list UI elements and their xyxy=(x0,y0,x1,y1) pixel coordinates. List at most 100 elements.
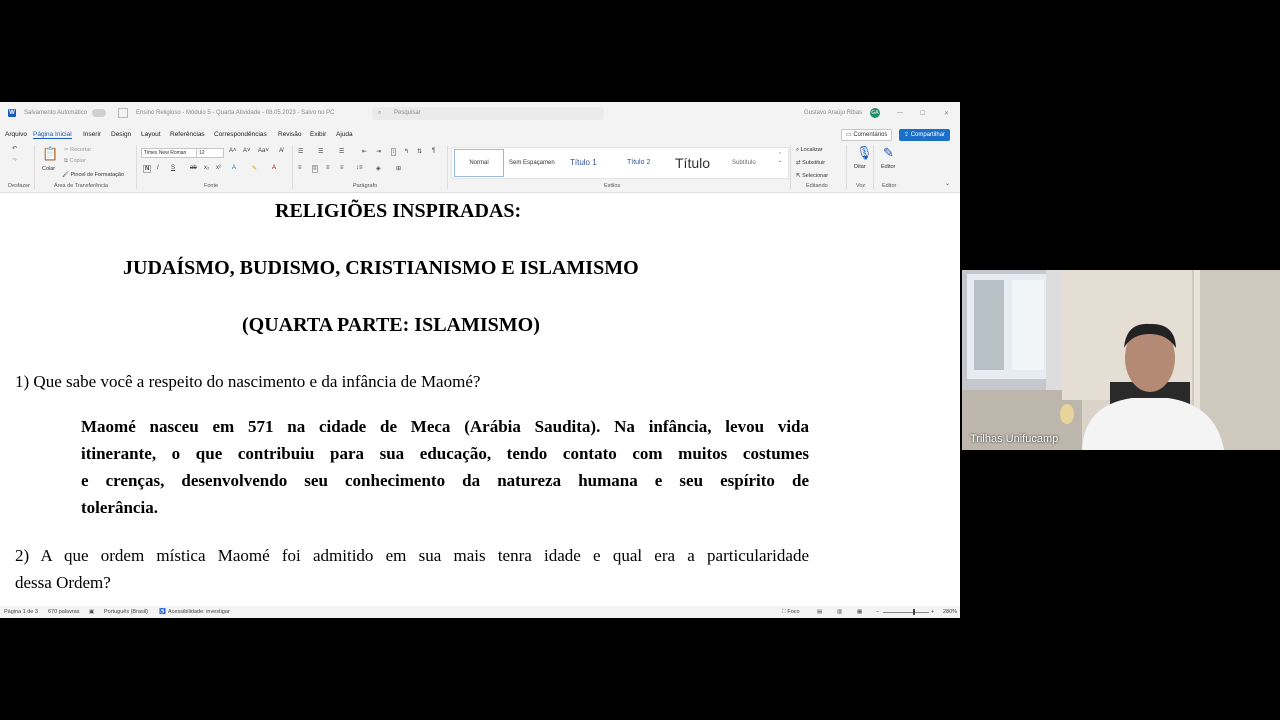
print-layout-icon[interactable]: ▥ xyxy=(837,609,842,615)
document-page[interactable]: RELIGIÕES INSPIRADAS: JUDAÍSMO, BUDISMO,… xyxy=(0,194,960,600)
text-effects-icon[interactable]: A xyxy=(232,165,236,171)
user-name: Gustavo Araújo Ribas xyxy=(804,110,863,116)
word-count[interactable]: 670 palavras xyxy=(48,609,80,615)
zoom-level[interactable]: 280% xyxy=(943,609,957,615)
video-tile[interactable]: Trilhas Unifucamp xyxy=(962,270,1280,450)
align-right-icon[interactable]: ≡ xyxy=(326,165,330,171)
focus-button[interactable]: ⛶ Foco xyxy=(782,609,800,616)
zoom-in-icon[interactable]: + xyxy=(931,609,934,615)
participant-video xyxy=(962,270,1280,450)
autosave-label: Salvamento Automático xyxy=(24,110,88,116)
select-button[interactable]: ⇱ Selecionar xyxy=(796,173,828,179)
justify-icon[interactable]: ≡ xyxy=(340,165,344,171)
superscript-icon[interactable]: x² xyxy=(216,165,221,171)
answer-line: Maomé nasceu em 571 na cidade de Meca (A… xyxy=(81,417,809,436)
share-button[interactable]: ⇪ Compartilhar xyxy=(899,129,951,141)
change-case-icon[interactable]: Aa˅ xyxy=(258,148,269,154)
numbering-icon[interactable]: ☰ xyxy=(318,148,323,155)
tab-ajuda[interactable]: Ajuda xyxy=(336,131,353,138)
style-normal[interactable]: Normal xyxy=(454,149,504,177)
avatar[interactable]: GA xyxy=(870,108,880,118)
styles-scroll-icon[interactable]: ⌃ ⌄ xyxy=(778,152,782,164)
autosave-toggle[interactable] xyxy=(92,109,106,117)
shading-icon[interactable]: ◈ xyxy=(376,165,381,172)
increase-indent-icon[interactable]: ⇥ xyxy=(376,148,381,155)
style-subtitle[interactable]: Subtítulo xyxy=(732,148,756,178)
answer-line: itinerante, o que contribuiu para sua ed… xyxy=(81,444,809,463)
font-color-icon[interactable]: A xyxy=(272,165,276,171)
editor-label[interactable]: Editor xyxy=(881,164,895,170)
copy-button[interactable]: ⧉ Copiar xyxy=(64,158,86,165)
font-name-box[interactable]: Times New Roman xyxy=(141,148,197,158)
language-label[interactable]: Português (Brasil) xyxy=(104,609,148,615)
microphone-icon[interactable]: 🎙 xyxy=(856,145,873,161)
strikethrough-icon[interactable]: ab xyxy=(190,165,197,171)
tab-layout[interactable]: Layout xyxy=(141,131,161,138)
align-center-icon[interactable]: ≡ xyxy=(312,165,318,173)
italic-icon[interactable]: I xyxy=(157,165,159,171)
answer-line: tolerância. xyxy=(81,498,158,517)
paste-icon[interactable]: 📋 xyxy=(42,146,58,162)
sort-icon[interactable]: ↕ xyxy=(391,148,396,156)
minimize-icon[interactable]: — xyxy=(897,110,903,116)
pilcrow-icon[interactable]: ¶ xyxy=(432,148,435,154)
accessibility-label[interactable]: Acessibilidade: investigar xyxy=(168,609,230,615)
zoom-slider[interactable] xyxy=(883,612,929,613)
tab-inserir[interactable]: Inserir xyxy=(83,131,101,138)
paragraph-icon-a[interactable]: ↰ xyxy=(404,148,409,155)
cut-button[interactable]: ✂ Recortar xyxy=(64,147,91,153)
replace-button[interactable]: ⇄ Substituir xyxy=(796,160,825,166)
styles-gallery: Normal Sem Espaçamen Título 1 Título 2 T… xyxy=(451,147,789,179)
comments-button[interactable]: ▭ Comentários xyxy=(841,129,893,141)
read-mode-icon[interactable]: ▤ xyxy=(817,609,822,615)
bold-icon[interactable]: N xyxy=(143,165,152,173)
page-count[interactable]: Página 1 de 3 xyxy=(4,609,38,615)
borders-icon[interactable]: ⊞ xyxy=(396,165,401,172)
accessibility-icon[interactable]: ♿ xyxy=(159,609,166,615)
web-layout-icon[interactable]: ▦ xyxy=(857,609,862,615)
zoom-out-icon[interactable]: − xyxy=(876,609,879,615)
style-heading1[interactable]: Título 1 xyxy=(570,148,597,178)
save-icon[interactable] xyxy=(118,108,128,118)
redo-icon[interactable]: ↷ xyxy=(12,157,17,164)
line-spacing-icon[interactable]: ↕≡ xyxy=(356,165,363,171)
group-label-undo: Desfazer xyxy=(8,183,31,189)
sort-az-icon[interactable]: ⇅ xyxy=(417,148,422,155)
zoom-slider-handle[interactable] xyxy=(913,609,915,615)
highlight-icon[interactable]: ✎ xyxy=(252,165,257,172)
tab-exibir[interactable]: Exibir xyxy=(310,131,326,138)
shrink-font-icon[interactable]: A˅ xyxy=(243,148,251,154)
format-painter-button[interactable]: 🖌 Pincel de Formatação xyxy=(62,172,124,178)
clear-format-icon[interactable]: A̸ xyxy=(279,148,283,154)
tab-arquivo[interactable]: Arquivo xyxy=(5,131,27,138)
dictate-label[interactable]: Ditar xyxy=(854,164,866,170)
decrease-indent-icon[interactable]: ⇤ xyxy=(362,148,367,155)
editor-icon[interactable]: ✎ xyxy=(883,145,894,161)
group-label-editing: Editando xyxy=(806,183,828,189)
collapse-ribbon-icon[interactable]: ⌄ xyxy=(945,180,950,187)
grow-font-icon[interactable]: A˄ xyxy=(229,148,237,154)
undo-icon[interactable]: ↶ xyxy=(12,145,17,152)
align-left-icon[interactable]: ≡ xyxy=(298,165,302,171)
style-heading2[interactable]: Título 2 xyxy=(627,148,650,178)
close-icon[interactable]: ✕ xyxy=(944,110,949,117)
tab-design[interactable]: Design xyxy=(111,131,131,138)
question-line: dessa Ordem? xyxy=(15,573,111,592)
ribbon: ↶ ↷ Desfazer 📋 Colar ✂ Recortar ⧉ Copiar… xyxy=(0,142,960,193)
bullets-icon[interactable]: ☰ xyxy=(298,148,303,155)
paste-label[interactable]: Colar xyxy=(42,166,55,172)
spellcheck-icon[interactable]: ▣ xyxy=(89,609,94,615)
style-title[interactable]: Título xyxy=(675,148,710,178)
underline-icon[interactable]: S xyxy=(171,165,175,171)
subscript-icon[interactable]: x₂ xyxy=(204,165,209,171)
tab-pagina-inicial[interactable]: Página Inicial xyxy=(33,131,72,139)
tab-revisao[interactable]: Revisão xyxy=(278,131,301,138)
tab-correspondencias[interactable]: Correspondências xyxy=(214,131,267,138)
font-size-box[interactable]: 12 xyxy=(196,148,224,158)
tab-referencias[interactable]: Referências xyxy=(170,131,205,138)
style-no-spacing[interactable]: Sem Espaçamen xyxy=(509,148,555,178)
find-button[interactable]: ⌕ Localizar xyxy=(796,147,823,154)
maximize-icon[interactable]: ☐ xyxy=(920,110,925,117)
search-box[interactable]: ⌕ Pesquisar xyxy=(372,107,604,120)
multilevel-list-icon[interactable]: ☰ xyxy=(339,148,344,155)
